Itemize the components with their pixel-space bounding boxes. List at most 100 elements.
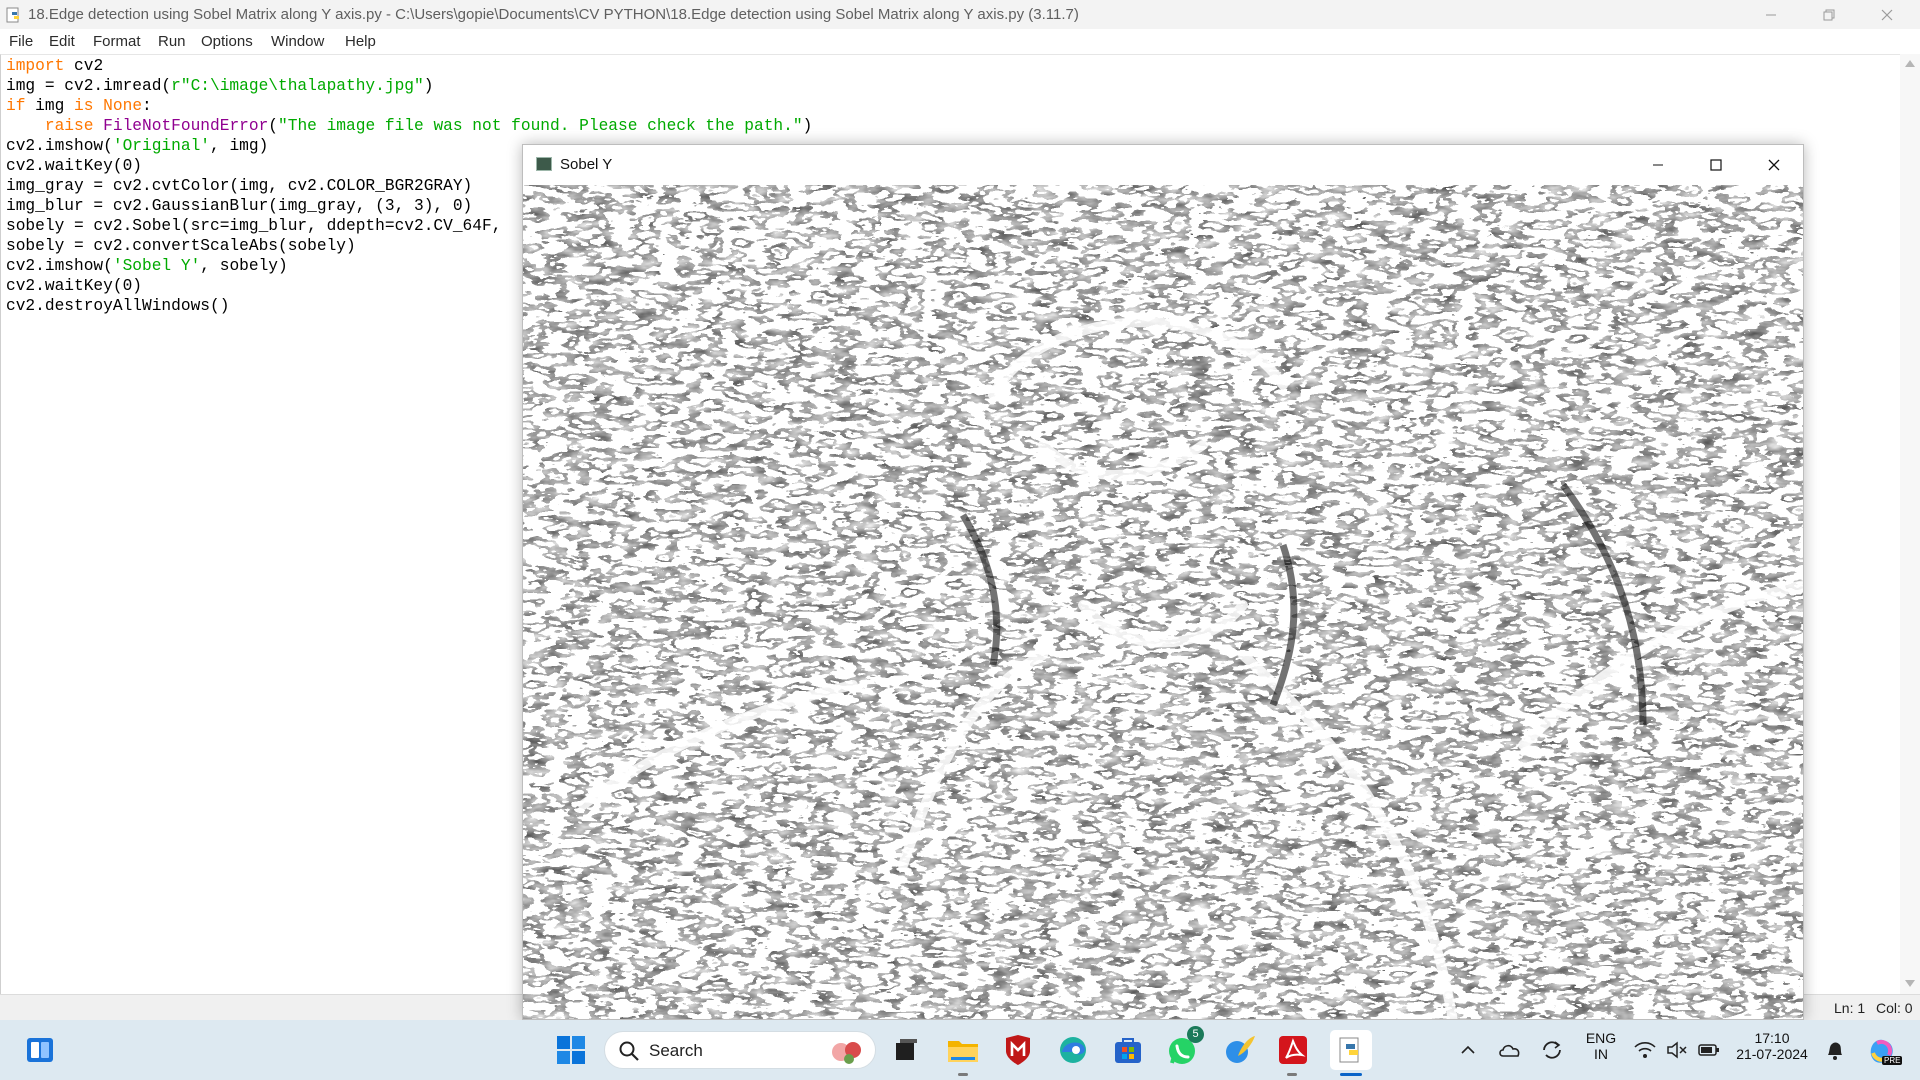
wifi-button[interactable] — [1632, 1032, 1658, 1068]
code-token: r"C:\image\thalapathy.jpg" — [171, 77, 424, 95]
scroll-down-icon[interactable] — [1905, 980, 1915, 987]
microsoft-store-icon — [1115, 1038, 1141, 1063]
restore-icon — [1823, 9, 1835, 20]
code-token: ( — [268, 117, 279, 135]
code-token: is — [74, 97, 94, 115]
acrobat-running-indicator — [1287, 1073, 1297, 1076]
cloud-sync-icon — [1499, 1044, 1520, 1057]
mcafee-button[interactable] — [1000, 1032, 1036, 1068]
menu-file[interactable]: File — [9, 33, 33, 50]
sobel-window-titlebar[interactable]: Sobel Y — [523, 145, 1803, 185]
code-token: img = cv2.imread( — [6, 77, 172, 95]
code-token: import — [6, 57, 65, 75]
code-token: raise — [44, 117, 94, 135]
code-token: img_gray = cv2.cvtColor(img, cv2.COLOR_B… — [6, 177, 473, 195]
code-line: if img is None: — [6, 96, 812, 116]
taskbar: Search 5 ENG IN 17:10 21-07-2024 PRE — [0, 1020, 1920, 1080]
clock[interactable]: 17:10 21-07-2024 — [1730, 1030, 1814, 1062]
sobel-maximize-button[interactable] — [1687, 145, 1745, 185]
vertical-scrollbar[interactable] — [1900, 54, 1920, 994]
battery-button[interactable] — [1696, 1032, 1722, 1068]
menu-run[interactable]: Run — [158, 33, 186, 50]
whatsapp-button[interactable]: 5 — [1165, 1026, 1204, 1068]
close-button[interactable] — [1864, 0, 1910, 29]
show-hidden-icons-button[interactable] — [1456, 1032, 1480, 1068]
task-view-icon — [896, 1039, 917, 1060]
idle-app-icon — [6, 7, 19, 23]
volume-button[interactable] — [1664, 1032, 1690, 1068]
menu-help[interactable]: Help — [345, 33, 376, 50]
code-line: raise FileNotFoundError("The image file … — [6, 116, 812, 136]
microsoft-store-button[interactable] — [1110, 1032, 1146, 1068]
menu-options[interactable]: Options — [201, 33, 253, 50]
close-icon — [1881, 9, 1893, 20]
sobel-minimize-button[interactable] — [1629, 145, 1687, 185]
code-token: 'Original' — [112, 137, 211, 155]
code-token: None — [103, 97, 143, 115]
code-line: img = cv2.imread(r"C:\image\thalapathy.j… — [6, 76, 812, 96]
python-feather-icon — [1226, 1036, 1255, 1063]
task-view-button[interactable] — [888, 1032, 924, 1068]
sobel-y-window[interactable]: Sobel Y — [522, 144, 1804, 1020]
code-token: : — [142, 97, 152, 115]
idle-active-indicator — [1340, 1073, 1362, 1076]
widgets-button[interactable] — [22, 1032, 58, 1068]
taskbar-search[interactable]: Search — [604, 1031, 876, 1069]
windows-start-icon — [557, 1036, 585, 1064]
acrobat-button[interactable] — [1275, 1032, 1311, 1068]
onedrive-button[interactable] — [1496, 1032, 1524, 1068]
code-token: ) — [423, 77, 434, 95]
code-token: 'Sobel Y' — [112, 257, 201, 275]
bell-icon — [1828, 1042, 1842, 1060]
search-placeholder: Search — [649, 1041, 703, 1060]
sync-status-button[interactable] — [1538, 1032, 1566, 1068]
minimize-icon — [1653, 164, 1663, 166]
restore-button[interactable] — [1806, 0, 1852, 29]
idle-taskbar-button[interactable] — [1330, 1030, 1372, 1070]
code-token: img — [25, 97, 75, 115]
python-app-button[interactable] — [1222, 1032, 1258, 1068]
scroll-up-icon[interactable] — [1905, 60, 1915, 67]
file-explorer-button[interactable] — [945, 1032, 981, 1068]
start-button[interactable] — [553, 1032, 589, 1068]
menu-window[interactable]: Window — [271, 33, 324, 50]
sobel-window-title: Sobel Y — [560, 156, 613, 173]
minimize-button[interactable] — [1748, 0, 1794, 29]
search-icon — [619, 1041, 639, 1061]
code-token: sobely = cv2.Sobel(src=img_blur, ddepth=… — [6, 217, 502, 235]
code-token: cv2.destroyAllWindows() — [6, 297, 230, 315]
menu-format[interactable]: Format — [93, 33, 141, 50]
maximize-icon — [1710, 159, 1722, 171]
editor-titlebar: 18.Edge detection using Sobel Matrix alo… — [0, 0, 1920, 29]
menu-edit[interactable]: Edit — [49, 33, 75, 50]
code-token: img_blur = cv2.GaussianBlur(img_gray, (3… — [6, 197, 473, 215]
search-highlight-icon — [832, 1042, 861, 1064]
chevron-up-icon — [1461, 1045, 1475, 1054]
notifications-button[interactable] — [1818, 1032, 1852, 1068]
sobel-close-button[interactable] — [1745, 145, 1803, 185]
code-token: sobely = cv2.convertScaleAbs(sobely) — [6, 237, 356, 255]
code-token: ) — [802, 117, 813, 135]
language-indicator[interactable]: ENG IN — [1584, 1030, 1618, 1062]
copilot-button[interactable]: PRE — [1862, 1032, 1903, 1068]
widgets-icon — [27, 1038, 53, 1062]
opencv-window-icon — [536, 157, 552, 171]
status-col: Col: 0 — [1876, 1000, 1913, 1016]
code-token: cv2.waitKey(0) — [6, 277, 142, 295]
edge-button[interactable] — [1055, 1032, 1091, 1068]
clock-time: 17:10 — [1754, 1030, 1790, 1046]
code-token: FileNotFoundError — [103, 117, 269, 135]
code-token: "The image file was not found. Please ch… — [278, 117, 803, 135]
close-icon — [1768, 159, 1780, 171]
battery-icon — [1698, 1044, 1719, 1056]
code-token: cv2.imshow( — [6, 137, 113, 155]
mcafee-icon — [1006, 1035, 1030, 1065]
minimize-icon — [1766, 14, 1776, 15]
language-line2: IN — [1594, 1046, 1608, 1062]
code-token: if — [6, 97, 26, 115]
volume-muted-icon — [1667, 1041, 1687, 1059]
explorer-running-indicator — [958, 1073, 968, 1076]
